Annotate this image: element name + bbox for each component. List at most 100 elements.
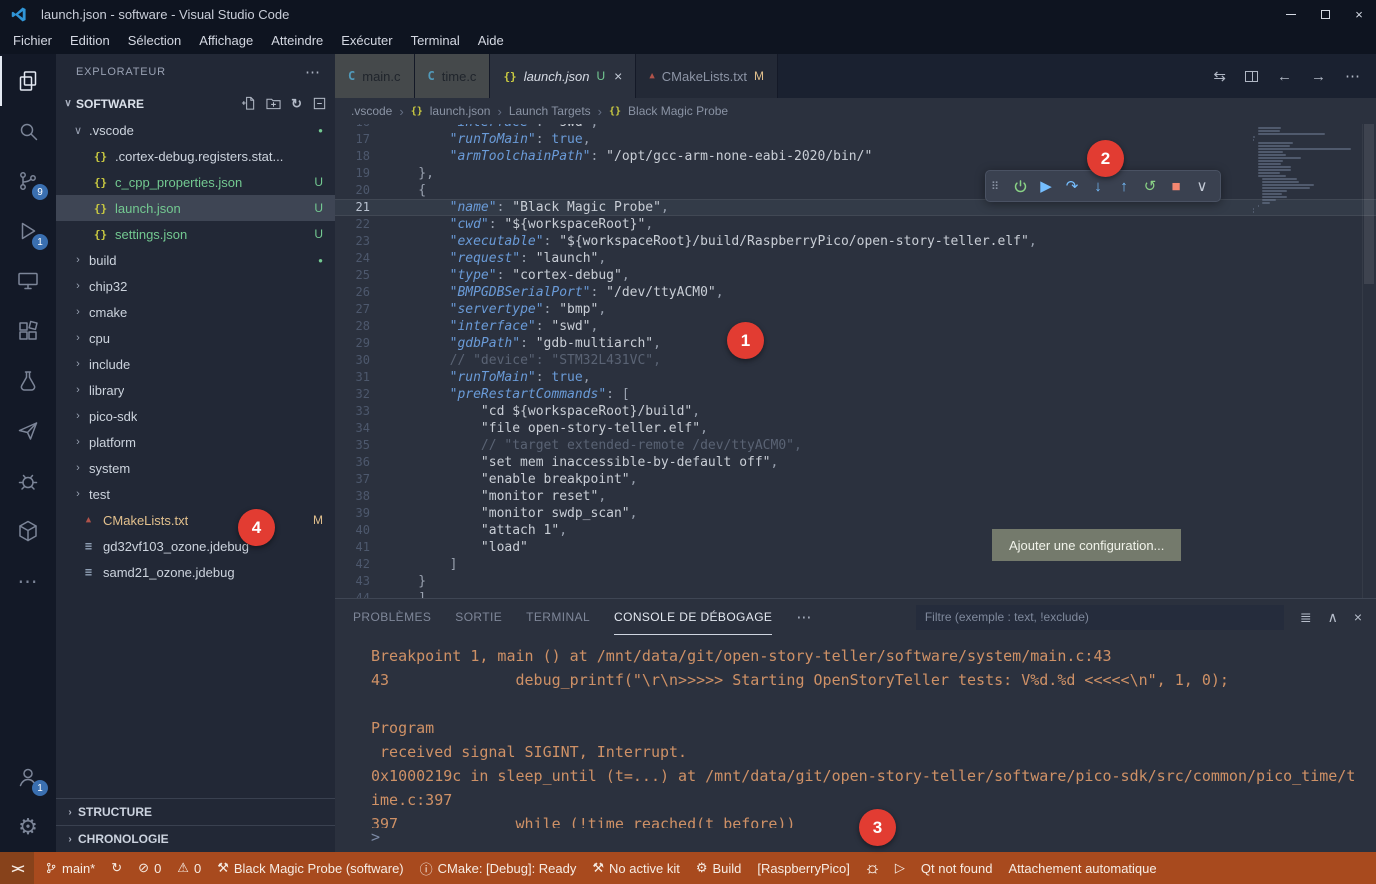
code-editor[interactable]: 16 "interface": "swd",17 "runToMain": tr… <box>335 124 1376 598</box>
new-file-icon[interactable] <box>241 96 256 111</box>
add-configuration-button[interactable]: Ajouter une configuration... <box>992 529 1181 561</box>
status-launch-config[interactable]: ⚒Black Magic Probe (software) <box>209 852 411 884</box>
code-line-30[interactable]: 30 // "device": "STM32L431VC", <box>335 352 1376 369</box>
collapse-all-icon[interactable] <box>312 96 327 111</box>
tab-main.c[interactable]: Cmain.c <box>335 54 415 98</box>
activity-more[interactable]: ⋯ <box>0 556 56 606</box>
activity-account[interactable]: 1 <box>0 752 56 802</box>
tree-item-include[interactable]: ›include <box>56 351 335 377</box>
activity-search[interactable] <box>0 106 56 156</box>
explorer-more-icon[interactable]: ⋯ <box>305 63 321 81</box>
code-line-40[interactable]: 40 "attach 1", <box>335 522 1376 539</box>
panel-tab-problèmes[interactable]: PROBLÈMES <box>353 599 431 635</box>
status-cmake-debug[interactable] <box>858 852 887 884</box>
more-dropdown[interactable]: ∨ <box>1189 177 1215 195</box>
code-line-38[interactable]: 38 "monitor reset", <box>335 488 1376 505</box>
split-editor-icon[interactable] <box>1245 71 1258 82</box>
menu-atteindre[interactable]: Atteindre <box>262 30 332 52</box>
menu-affichage[interactable]: Affichage <box>190 30 262 52</box>
status-qt-status[interactable]: Qt not found <box>913 852 1001 884</box>
code-line-41[interactable]: 41 "load" <box>335 539 1376 556</box>
status-cmake-kit[interactable]: ⚒No active kit <box>584 852 687 884</box>
tree-item-build[interactable]: ›build● <box>56 247 335 273</box>
tree-item-CMakeLists.txt[interactable]: ▲CMakeLists.txtM <box>56 507 335 533</box>
compare-icon[interactable]: ⇆ <box>1213 67 1226 85</box>
breadcrumb-item[interactable]: Launch Targets <box>509 104 591 118</box>
tree-item-pico-sdk[interactable]: ›pico-sdk <box>56 403 335 429</box>
tree-item-test[interactable]: ›test <box>56 481 335 507</box>
tab-time.c[interactable]: Ctime.c <box>415 54 491 98</box>
code-line-17[interactable]: 17 "runToMain": true, <box>335 131 1376 148</box>
debug-console-output[interactable]: Breakpoint 1, main () at /mnt/data/git/o… <box>335 635 1376 828</box>
section-outline[interactable]: › STRUCTURE <box>56 798 335 825</box>
breadcrumb-item[interactable]: Black Magic Probe <box>628 104 728 118</box>
panel-tab-terminal[interactable]: TERMINAL <box>526 599 590 635</box>
activity-run-debug[interactable]: 1 <box>0 206 56 256</box>
activity-settings[interactable]: ⚙ <box>0 802 56 852</box>
restart-button[interactable]: ↺ <box>1137 177 1163 195</box>
status-sync[interactable]: ↻ <box>103 852 130 884</box>
refresh-icon[interactable]: ↻ <box>291 96 302 112</box>
activity-extension-bug[interactable] <box>0 456 56 506</box>
code-line-16[interactable]: 16 "interface": "swd", <box>335 124 1376 131</box>
status-remote-indicator[interactable]: >< <box>0 852 34 884</box>
code-line-42[interactable]: 42 ] <box>335 556 1376 573</box>
code-line-23[interactable]: 23 "executable": "${workspaceRoot}/build… <box>335 233 1376 250</box>
new-folder-icon[interactable] <box>266 96 281 111</box>
code-line-44[interactable]: 44 ] <box>335 590 1376 598</box>
code-line-35[interactable]: 35 // "target extended-remote /dev/ttyAC… <box>335 437 1376 454</box>
status-warnings[interactable]: ⚠0 <box>169 852 209 884</box>
maximize-button[interactable] <box>1308 0 1342 28</box>
code-line-27[interactable]: 27 "servertype": "bmp", <box>335 301 1376 318</box>
close-tab-icon[interactable]: × <box>614 68 622 84</box>
code-line-43[interactable]: 43 } <box>335 573 1376 590</box>
more-actions-icon[interactable]: ⋯ <box>1345 67 1360 85</box>
activity-extensions[interactable] <box>0 306 56 356</box>
tree-item-chip32[interactable]: ›chip32 <box>56 273 335 299</box>
menu-aide[interactable]: Aide <box>469 30 513 52</box>
activity-source-control[interactable]: 9 <box>0 156 56 206</box>
code-line-33[interactable]: 33 "cd ${workspaceRoot}/build", <box>335 403 1376 420</box>
menu-fichier[interactable]: Fichier <box>4 30 61 52</box>
code-line-39[interactable]: 39 "monitor swdp_scan", <box>335 505 1376 522</box>
menu-terminal[interactable]: Terminal <box>402 30 469 52</box>
section-timeline[interactable]: › CHRONOLOGIE <box>56 825 335 852</box>
code-line-32[interactable]: 32 "preRestartCommands": [ <box>335 386 1376 403</box>
panel-tab-sortie[interactable]: SORTIE <box>455 599 502 635</box>
code-line-25[interactable]: 25 "type": "cortex-debug", <box>335 267 1376 284</box>
drag-handle-icon[interactable]: ⠿ <box>991 180 1007 193</box>
tree-item-samd21_ozone.jdebug[interactable]: ≡samd21_ozone.jdebug <box>56 559 335 585</box>
tree-item-launch.json[interactable]: {}launch.jsonU <box>56 195 335 221</box>
debug-filter-input[interactable] <box>916 605 1284 630</box>
menu-edition[interactable]: Edition <box>61 30 119 52</box>
close-button[interactable]: × <box>1342 0 1376 28</box>
tree-item-system[interactable]: ›system <box>56 455 335 481</box>
tree-item-library[interactable]: ›library <box>56 377 335 403</box>
code-line-21[interactable]: 21 "name": "Black Magic Probe", <box>335 199 1376 216</box>
status-cmake-status[interactable]: ⓘCMake: [Debug]: Ready <box>412 852 585 884</box>
tree-item-c_cpp_properties.json[interactable]: {}c_cpp_properties.jsonU <box>56 169 335 195</box>
tree-item-gd32vf103_ozone.jdebug[interactable]: ≡gd32vf103_ozone.jdebug <box>56 533 335 559</box>
menu-sélection[interactable]: Sélection <box>119 30 190 52</box>
activity-remote-explorer[interactable] <box>0 256 56 306</box>
step-out-button[interactable]: ↑ <box>1111 178 1137 195</box>
code-line-29[interactable]: 29 "gdbPath": "gdb-multiarch", <box>335 335 1376 352</box>
continue-button[interactable]: ▶ <box>1033 177 1059 195</box>
code-line-28[interactable]: 28 "interface": "swd", <box>335 318 1376 335</box>
activity-testing[interactable] <box>0 356 56 406</box>
status-cmake-target[interactable]: [RaspberryPico] <box>749 852 857 884</box>
code-line-31[interactable]: 31 "runToMain": true, <box>335 369 1376 386</box>
close-icon[interactable]: × <box>1354 609 1362 625</box>
code-line-36[interactable]: 36 "set mem inaccessible-by-default off"… <box>335 454 1376 471</box>
status-auto-attach[interactable]: Attachement automatique <box>1000 852 1164 884</box>
debug-console-prompt[interactable]: > <box>335 828 1376 852</box>
tree-item-cpu[interactable]: ›cpu <box>56 325 335 351</box>
code-line-26[interactable]: 26 "BMPGDBSerialPort": "/dev/ttyACM0", <box>335 284 1376 301</box>
breadcrumb-item[interactable]: launch.json <box>430 104 491 118</box>
stop-button[interactable]: ■ <box>1163 178 1189 195</box>
panel-tab-console de débogage[interactable]: CONSOLE DE DÉBOGAGE <box>614 599 772 635</box>
code-line-24[interactable]: 24 "request": "launch", <box>335 250 1376 267</box>
status-cmake-build[interactable]: ⚙Build <box>688 852 750 884</box>
editor-scrollbar[interactable] <box>1362 124 1376 598</box>
activity-extension-package[interactable] <box>0 506 56 556</box>
